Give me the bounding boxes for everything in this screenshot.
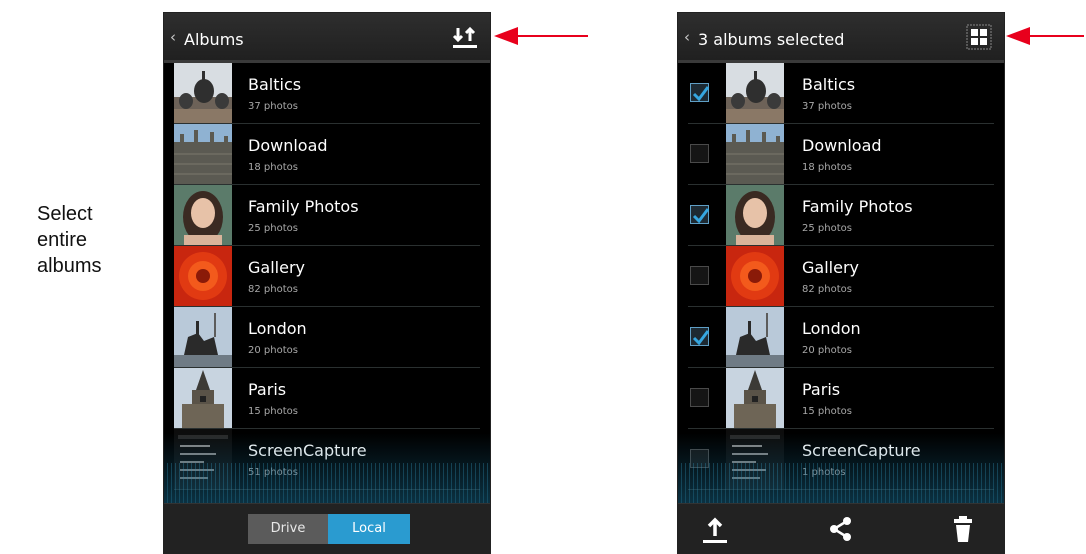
album-photo-count: 20 photos	[248, 345, 298, 356]
album-row[interactable]: Baltics 37 photos	[688, 63, 994, 124]
album-thumbnail	[174, 368, 232, 428]
album-photo-count: 25 photos	[248, 223, 298, 234]
back-chevron-icon[interactable]: ‹	[684, 28, 690, 46]
album-name: London	[248, 319, 307, 338]
checkbox[interactable]	[690, 388, 709, 407]
album-name: ScreenCapture	[802, 441, 921, 460]
upload-icon[interactable]	[700, 514, 730, 544]
selection-screen: ‹ 3 albums selected Baltics 37 photos Down…	[677, 12, 1005, 554]
album-name: Paris	[802, 380, 841, 399]
album-name: Download	[248, 136, 328, 155]
album-row[interactable]: Paris 15 photos	[688, 368, 994, 429]
album-photo-count: 15 photos	[802, 406, 852, 417]
back-chevron-icon[interactable]: ‹	[170, 28, 176, 46]
selection-action-bar	[678, 503, 1004, 553]
album-name: Download	[802, 136, 882, 155]
album-thumbnail	[726, 307, 784, 367]
album-name: Baltics	[802, 75, 856, 94]
album-row[interactable]: Download 18 photos	[688, 124, 994, 185]
album-list: Baltics 37 photos Download 18 photos Family …	[164, 63, 490, 490]
album-thumbnail	[174, 124, 232, 184]
checkbox[interactable]	[690, 144, 709, 163]
album-photo-count: 20 photos	[802, 345, 852, 356]
header-title[interactable]: 3 albums selected	[698, 30, 844, 49]
album-row[interactable]: Download 18 photos	[174, 124, 480, 185]
album-thumbnail	[726, 63, 784, 123]
album-name: Gallery	[248, 258, 305, 277]
album-thumbnail	[174, 246, 232, 306]
grid-view-icon[interactable]	[966, 24, 992, 50]
album-thumbnail	[726, 124, 784, 184]
annotation-arrow-icon	[1006, 27, 1084, 45]
album-name: Gallery	[802, 258, 859, 277]
album-thumbnail	[726, 185, 784, 245]
album-photo-count: 18 photos	[248, 162, 298, 173]
checkbox-checked[interactable]	[690, 205, 710, 224]
share-icon[interactable]	[826, 514, 856, 544]
album-thumbnail	[174, 185, 232, 245]
caption-line-3: albums	[37, 255, 102, 277]
background-decoration	[164, 463, 490, 503]
album-name: Paris	[248, 380, 287, 399]
caption-text: Select entire albums	[37, 201, 127, 279]
album-row[interactable]: London 20 photos	[688, 307, 994, 368]
album-name: ScreenCapture	[248, 441, 367, 460]
album-row[interactable]: Gallery 82 photos	[688, 246, 994, 307]
album-row[interactable]: Family Photos 25 photos	[688, 185, 994, 246]
album-row[interactable]: London 20 photos	[174, 307, 480, 368]
album-photo-count: 82 photos	[248, 284, 298, 295]
album-photo-count: 82 photos	[802, 284, 852, 295]
album-photo-count: 37 photos	[802, 101, 852, 112]
album-row[interactable]: Family Photos 25 photos	[174, 185, 480, 246]
album-thumbnail	[726, 246, 784, 306]
album-name: London	[802, 319, 861, 338]
album-thumbnail	[174, 63, 232, 123]
caption-line-2: entire	[37, 229, 88, 251]
album-name: Family Photos	[248, 197, 359, 216]
checkbox-checked[interactable]	[690, 327, 710, 346]
album-name: Baltics	[248, 75, 302, 94]
sort-upload-icon[interactable]	[452, 24, 478, 50]
header-title[interactable]: Albums	[184, 30, 244, 49]
tab-local[interactable]: Local	[328, 514, 410, 544]
album-row[interactable]: Gallery 82 photos	[174, 246, 480, 307]
album-photo-count: 25 photos	[802, 223, 852, 234]
source-toggle-bar: Drive Local	[164, 503, 490, 553]
checkbox-checked[interactable]	[690, 83, 710, 102]
annotation-arrow-icon	[494, 27, 588, 45]
caption-line-1: Select	[37, 203, 93, 225]
albums-screen: ‹ Albums Baltics 37 photos Download 18 phot…	[163, 12, 491, 554]
album-list: Baltics 37 photos Download 18 photos Family …	[678, 63, 1004, 490]
action-bar: ‹ 3 albums selected	[678, 13, 1004, 63]
background-decoration	[678, 463, 1004, 503]
checkbox[interactable]	[690, 266, 709, 285]
album-photo-count: 18 photos	[802, 162, 852, 173]
album-row[interactable]: Baltics 37 photos	[174, 63, 480, 124]
album-photo-count: 15 photos	[248, 406, 298, 417]
album-thumbnail	[174, 307, 232, 367]
album-name: Family Photos	[802, 197, 913, 216]
trash-icon[interactable]	[948, 514, 978, 544]
tab-drive[interactable]: Drive	[248, 514, 328, 544]
album-photo-count: 37 photos	[248, 101, 298, 112]
album-thumbnail	[726, 368, 784, 428]
action-bar: ‹ Albums	[164, 13, 490, 63]
album-row[interactable]: Paris 15 photos	[174, 368, 480, 429]
